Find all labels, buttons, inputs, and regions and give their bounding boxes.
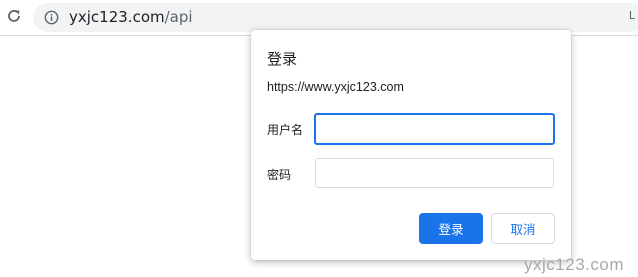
url-host: yxjc123.com — [69, 8, 165, 26]
username-label: 用户名 — [267, 123, 304, 137]
reload-button[interactable] — [3, 5, 25, 27]
auth-dialog: 登录 https://www.yxjc123.com 用户名 密码 登录 取消 — [251, 30, 571, 260]
reload-icon — [8, 10, 20, 22]
cancel-button[interactable]: 取消 — [491, 213, 555, 244]
username-field[interactable] — [314, 113, 555, 145]
toolbar-edge-glyph: L — [628, 9, 635, 22]
dialog-origin: https://www.yxjc123.com — [267, 80, 404, 94]
dialog-title: 登录 — [267, 50, 298, 68]
address-bar[interactable]: yxjc123.com/api — [33, 3, 638, 32]
watermark: yxjc123.com — [524, 255, 624, 274]
info-icon[interactable] — [44, 10, 59, 25]
signin-button[interactable]: 登录 — [419, 213, 483, 244]
password-label: 密码 — [267, 168, 292, 182]
password-field[interactable] — [315, 158, 554, 188]
url-text[interactable]: yxjc123.com/api — [69, 8, 193, 26]
url-path: /api — [164, 8, 193, 26]
